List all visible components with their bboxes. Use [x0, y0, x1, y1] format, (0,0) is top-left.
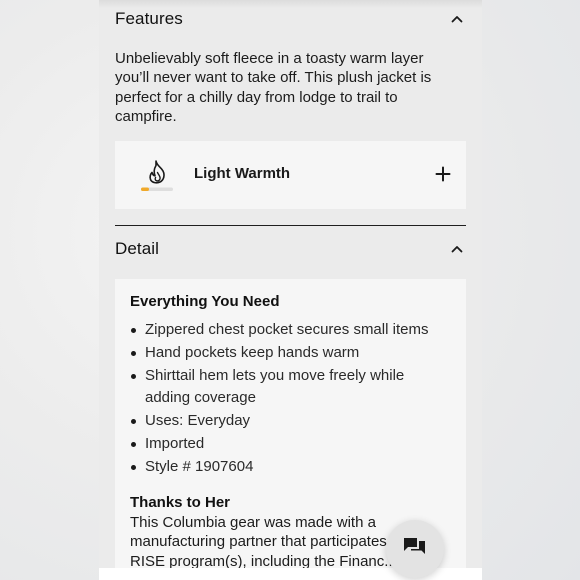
list-item: Shirttail hem lets you move freely while… [130, 365, 450, 411]
chevron-up-icon[interactable] [448, 10, 466, 28]
thanks-text: This Columbia gear was made with a manuf… [130, 514, 403, 570]
detail-title: Detail [115, 239, 160, 258]
list-item: Hand pockets keep hands warm [130, 342, 450, 365]
thanks-heading: Thanks to Her [130, 494, 231, 511]
detail-heading: Everything You Need [130, 293, 280, 310]
warmth-rating-card[interactable]: Light Warmth [115, 141, 466, 209]
section-divider [115, 225, 466, 226]
list-item: Imported [130, 433, 450, 456]
detail-bullet-list: Zippered chest pocket secures small item… [130, 319, 450, 479]
detail-accordion-header[interactable]: Detail [115, 238, 466, 260]
warmth-label: Light Warmth [194, 165, 291, 182]
warmth-level-fill [141, 187, 149, 191]
chat-bubbles-icon [402, 535, 428, 564]
flame-icon [141, 159, 173, 193]
list-item: Uses: Everyday [130, 410, 450, 433]
features-description: Unbelievably soft fleece in a toasty war… [115, 50, 432, 125]
list-item: Style # 1907604 [130, 456, 450, 479]
chevron-up-icon[interactable] [448, 240, 466, 258]
product-details-panel: Features Unbelievably soft fleece in a t… [99, 0, 482, 580]
features-accordion-header[interactable]: Features [115, 8, 466, 30]
chat-button[interactable] [386, 520, 444, 578]
plus-icon[interactable] [434, 165, 452, 183]
top-shadow [99, 0, 482, 8]
features-title: Features [115, 9, 183, 28]
list-item: Zippered chest pocket secures small item… [130, 319, 450, 342]
